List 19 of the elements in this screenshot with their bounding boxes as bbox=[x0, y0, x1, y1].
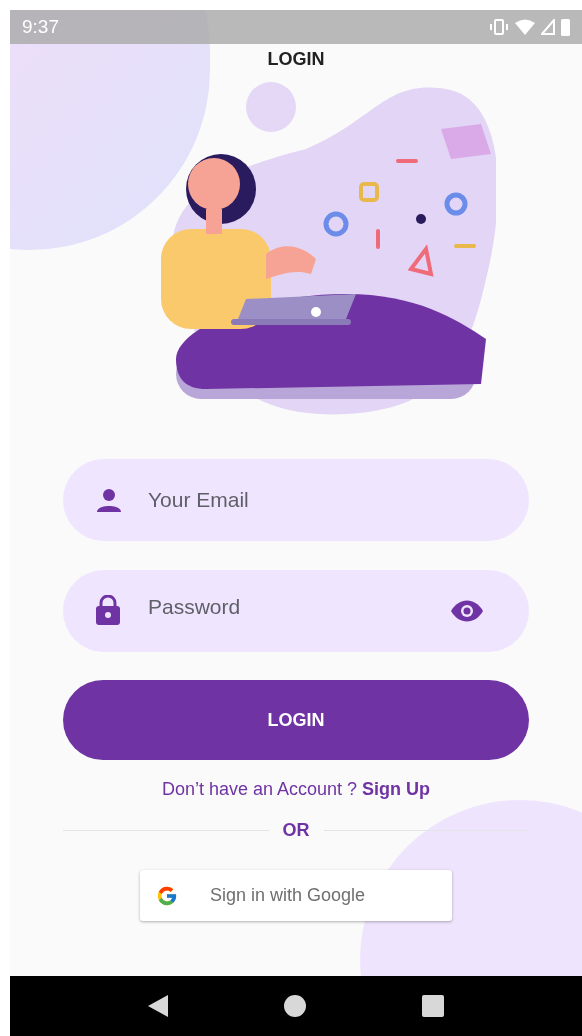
or-divider-text: OR bbox=[282, 819, 310, 842]
home-icon[interactable] bbox=[284, 995, 306, 1017]
person-icon bbox=[96, 488, 122, 512]
lock-icon bbox=[96, 595, 120, 625]
battery-icon bbox=[561, 18, 570, 36]
vibrate-icon bbox=[489, 19, 509, 35]
status-time: 9:37 bbox=[22, 14, 59, 39]
signup-link[interactable]: Sign Up bbox=[362, 779, 431, 799]
wifi-icon bbox=[515, 19, 535, 35]
back-icon[interactable] bbox=[148, 995, 168, 1017]
email-field[interactable]: Your Email bbox=[63, 459, 529, 541]
password-field[interactable]: Password bbox=[63, 570, 529, 652]
login-button[interactable]: LOGIN bbox=[63, 680, 529, 760]
signup-prompt: Don’t have an Account ? Sign Up bbox=[161, 778, 431, 801]
eye-icon[interactable] bbox=[451, 600, 483, 622]
page-title: LOGIN bbox=[267, 48, 325, 71]
google-logo-icon bbox=[156, 884, 178, 907]
google-signin-button[interactable]: Sign in with Google bbox=[140, 870, 452, 921]
signal-icon bbox=[541, 19, 555, 35]
